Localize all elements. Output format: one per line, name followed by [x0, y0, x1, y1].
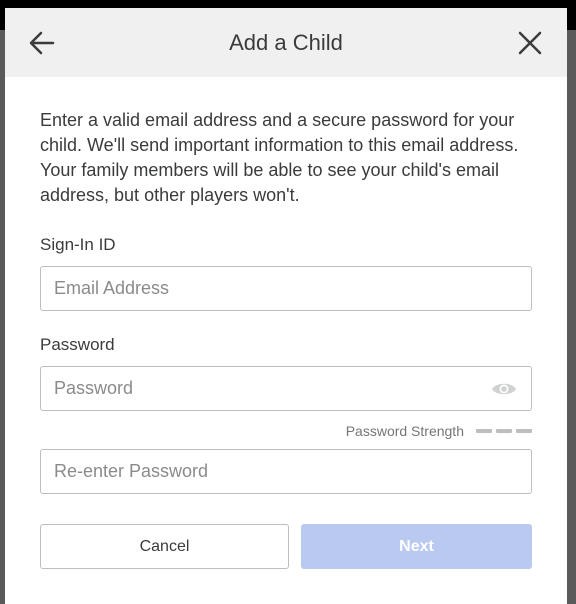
- cancel-button[interactable]: Cancel: [40, 524, 289, 569]
- strength-bar-segment: [516, 429, 532, 433]
- next-button[interactable]: Next: [301, 524, 532, 569]
- modal-header: Add a Child: [5, 8, 567, 77]
- reenter-password-input[interactable]: [41, 450, 531, 493]
- add-child-modal: Add a Child Enter a valid email address …: [5, 8, 567, 604]
- modal-description: Enter a valid email address and a secure…: [40, 110, 519, 205]
- strength-bar-segment: [476, 429, 492, 433]
- email-input[interactable]: [41, 267, 531, 310]
- password-label: Password: [40, 335, 115, 354]
- reenter-password-field[interactable]: [40, 449, 532, 494]
- sign-in-id-label: Sign-In ID: [40, 235, 116, 254]
- password-field[interactable]: [40, 366, 532, 411]
- password-strength-label: Password Strength: [345, 423, 464, 439]
- password-input[interactable]: [41, 367, 531, 410]
- close-button[interactable]: [513, 26, 547, 60]
- modal-title: Add a Child: [229, 30, 343, 55]
- close-icon: [518, 31, 542, 55]
- eye-icon[interactable]: [491, 379, 517, 399]
- email-field[interactable]: [40, 266, 532, 311]
- password-strength-meter: Password Strength: [40, 422, 532, 440]
- strength-bar-segment: [496, 429, 512, 433]
